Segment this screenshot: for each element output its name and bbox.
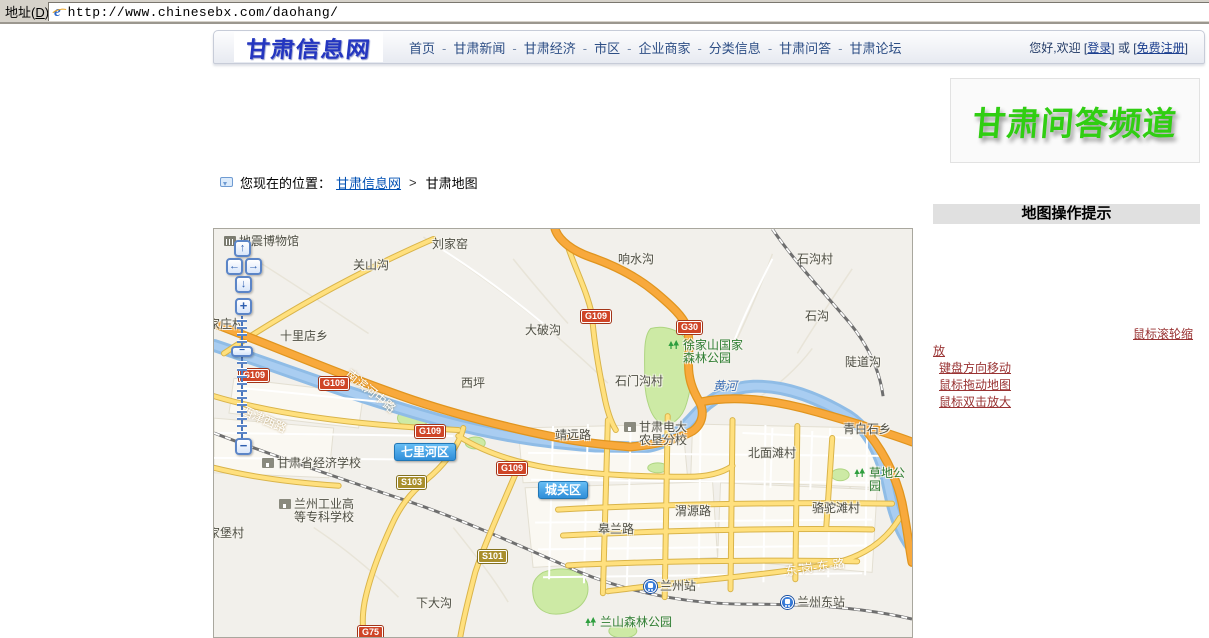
plus-icon: + bbox=[240, 298, 248, 313]
zoom-tick bbox=[237, 333, 247, 336]
pan-left-button[interactable]: ← bbox=[226, 258, 243, 275]
zoom-tick bbox=[237, 368, 247, 371]
tip-line: 鼠标双击放大 bbox=[933, 394, 1200, 411]
welcome-text: 您好,欢迎 [ bbox=[1029, 41, 1087, 55]
zoom-tick bbox=[237, 417, 247, 420]
breadcrumb: 您现在的位置： 甘肃信息网 > 甘肃地图 bbox=[220, 174, 478, 190]
tip-link-3[interactable]: 鼠标拖动地图 bbox=[939, 378, 1011, 392]
tip-link-4[interactable]: 鼠标双击放大 bbox=[939, 395, 1011, 409]
zoom-slider-handle[interactable]: − bbox=[231, 346, 253, 357]
minus-icon: − bbox=[239, 345, 245, 356]
pan-down-button[interactable]: ↓ bbox=[235, 276, 252, 293]
zoom-tick bbox=[237, 340, 247, 343]
nav-separator: - bbox=[512, 41, 516, 56]
zoom-tick bbox=[237, 431, 247, 434]
nav-link-7[interactable]: 甘肃问答 bbox=[779, 41, 831, 56]
nav-link-2[interactable]: 甘肃新闻 bbox=[453, 41, 505, 56]
zoom-tick bbox=[237, 319, 247, 322]
nav-link-3[interactable]: 甘肃经济 bbox=[524, 41, 576, 56]
minus-icon: − bbox=[240, 438, 248, 453]
zoom-tick bbox=[237, 361, 247, 364]
pan-right-button[interactable]: → bbox=[245, 258, 262, 275]
nav-separator: - bbox=[627, 41, 631, 56]
arrow-left-icon: ← bbox=[229, 260, 240, 272]
breadcrumb-current: 甘肃地图 bbox=[426, 173, 478, 192]
site-logo[interactable]: 甘肃信息网 bbox=[234, 32, 383, 62]
tip-link-2[interactable]: 键盘方向移动 bbox=[939, 361, 1011, 375]
breadcrumb-prefix: 您现在的位置： bbox=[240, 173, 331, 192]
tip-link-scroll-zoom[interactable]: 鼠标滚轮缩放 bbox=[933, 327, 1193, 358]
ie-page-icon: e bbox=[54, 4, 61, 21]
tip-line: 鼠标滚轮缩放 bbox=[933, 326, 1200, 360]
qa-channel-banner[interactable]: 甘肃问答频道 bbox=[950, 78, 1200, 163]
site-header: 甘肃信息网 首页-甘肃新闻-甘肃经济-市区-企业商家-分类信息-甘肃问答-甘肃论… bbox=[213, 30, 1205, 64]
address-input[interactable]: e http://www.chinesebx.com/daohang/ bbox=[48, 2, 1209, 21]
zoom-tick bbox=[237, 382, 247, 385]
pan-up-button[interactable]: ↑ bbox=[234, 240, 251, 257]
arrow-up-icon: ↑ bbox=[240, 242, 246, 254]
zoom-tick bbox=[237, 403, 247, 406]
nav-link-1[interactable]: 首页 bbox=[409, 41, 435, 56]
map-tips-list: 鼠标滚轮缩放 键盘方向移动鼠标拖动地图鼠标双击放大 bbox=[933, 326, 1200, 411]
nav-link-8[interactable]: 甘肃论坛 bbox=[850, 41, 902, 56]
speech-bubble-icon bbox=[220, 177, 233, 187]
nav-link-4[interactable]: 市区 bbox=[594, 41, 620, 56]
tip-line: 鼠标拖动地图 bbox=[933, 377, 1200, 394]
banner-text: 甘肃问答频道 bbox=[971, 97, 1179, 145]
nav-link-5[interactable]: 企业商家 bbox=[638, 41, 690, 56]
nav-separator: - bbox=[583, 41, 587, 56]
zoom-in-button[interactable]: + bbox=[235, 298, 252, 315]
nav-separator: - bbox=[697, 41, 701, 56]
map-tips-title: 地图操作提示 bbox=[933, 204, 1200, 224]
nav-separator: - bbox=[768, 41, 772, 56]
browser-address-bar: 地址(D) e http://www.chinesebx.com/daohang… bbox=[0, 0, 1209, 24]
map-controls: ↑ ← → ↓ + − − bbox=[214, 229, 913, 638]
nav-separator: - bbox=[442, 41, 446, 56]
zoom-tick bbox=[237, 396, 247, 399]
address-url: http://www.chinesebx.com/daohang/ bbox=[68, 5, 339, 20]
main-nav: 首页-甘肃新闻-甘肃经济-市区-企业商家-分类信息-甘肃问答-甘肃论坛 bbox=[409, 38, 902, 57]
map-canvas[interactable]: 地震博物馆刘家窑关山沟家庄村十里店乡大破沟西坪响水沟石沟村石沟陡道沟石门沟村家堡… bbox=[213, 228, 913, 638]
zoom-out-button[interactable]: − bbox=[235, 438, 252, 455]
arrow-down-icon: ↓ bbox=[241, 278, 247, 290]
zoom-tick bbox=[237, 375, 247, 378]
zoom-tick bbox=[237, 424, 247, 427]
zoom-tick bbox=[237, 326, 247, 329]
register-link[interactable]: 免费注册 bbox=[1137, 41, 1185, 55]
zoom-tick bbox=[237, 389, 247, 392]
login-link[interactable]: 登录 bbox=[1087, 41, 1111, 55]
zoom-tick bbox=[237, 410, 247, 413]
tip-line: 键盘方向移动 bbox=[933, 360, 1200, 377]
address-label: 地址(D) bbox=[5, 2, 49, 21]
breadcrumb-home-link[interactable]: 甘肃信息网 bbox=[336, 173, 401, 192]
nav-separator: - bbox=[838, 41, 842, 56]
welcome-area: 您好,欢迎 [登录] 或 [免费注册] bbox=[1029, 39, 1188, 56]
arrow-right-icon: → bbox=[248, 260, 259, 272]
nav-link-6[interactable]: 分类信息 bbox=[709, 41, 761, 56]
